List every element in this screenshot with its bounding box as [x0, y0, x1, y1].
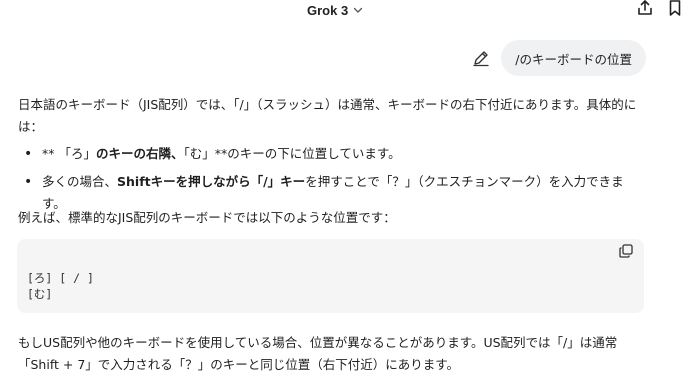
- bullet-bold-text: Shiftキーを押しながら「/」キー: [117, 174, 306, 189]
- bullet-text-part: 多くの場合、: [42, 174, 118, 189]
- example-intro: 例えば、標準的なJIS配列のキーボードでは以下のような位置です：: [18, 210, 396, 225]
- response-bullet-list: ** 「ろ」のキーの右隣、「む」**のキーの下に位置しています。 多くの場合、S…: [20, 143, 640, 211]
- code-content: [ろ] [ / ] [む]: [27, 270, 94, 302]
- code-line: [む]: [27, 287, 53, 301]
- code-block: [ろ] [ / ] [む]: [17, 239, 644, 313]
- copy-icon[interactable]: [618, 243, 634, 259]
- bullet-text-part: ** 「ろ」: [42, 146, 96, 161]
- bullet-text-part: 「む」**のキーの下に位置しています。: [183, 146, 401, 161]
- list-item: 多くの場合、Shiftキーを押しながら「/」キーを押すことで「？」（クエスチョン…: [20, 171, 640, 211]
- user-message-text: /のキーボードの位置: [515, 51, 632, 67]
- response-closing: もしUS配列や他のキーボードを使用している場合、位置が異なることがあります。US…: [18, 335, 618, 372]
- model-selector[interactable]: Grok 3: [307, 1, 364, 19]
- user-message-row: /のキーボードの位置: [471, 40, 646, 76]
- edit-icon[interactable]: [471, 48, 491, 68]
- share-icon[interactable]: [636, 0, 654, 17]
- bullet-bold-text: のキーの右隣、: [95, 146, 184, 161]
- response-intro: 日本語のキーボード（JIS配列）では、「/」（スラッシュ）は通常、キーボードの右…: [18, 97, 637, 134]
- list-item: ** 「ろ」のキーの右隣、「む」**のキーの下に位置しています。: [20, 143, 640, 171]
- model-label: Grok 3: [307, 2, 349, 18]
- code-line: [ろ] [ / ]: [27, 271, 94, 285]
- bookmark-icon[interactable]: [666, 0, 684, 17]
- top-bar: Grok 3: [0, 0, 690, 34]
- user-message-bubble: /のキーボードの位置: [501, 40, 646, 76]
- chevron-down-icon: [354, 7, 363, 13]
